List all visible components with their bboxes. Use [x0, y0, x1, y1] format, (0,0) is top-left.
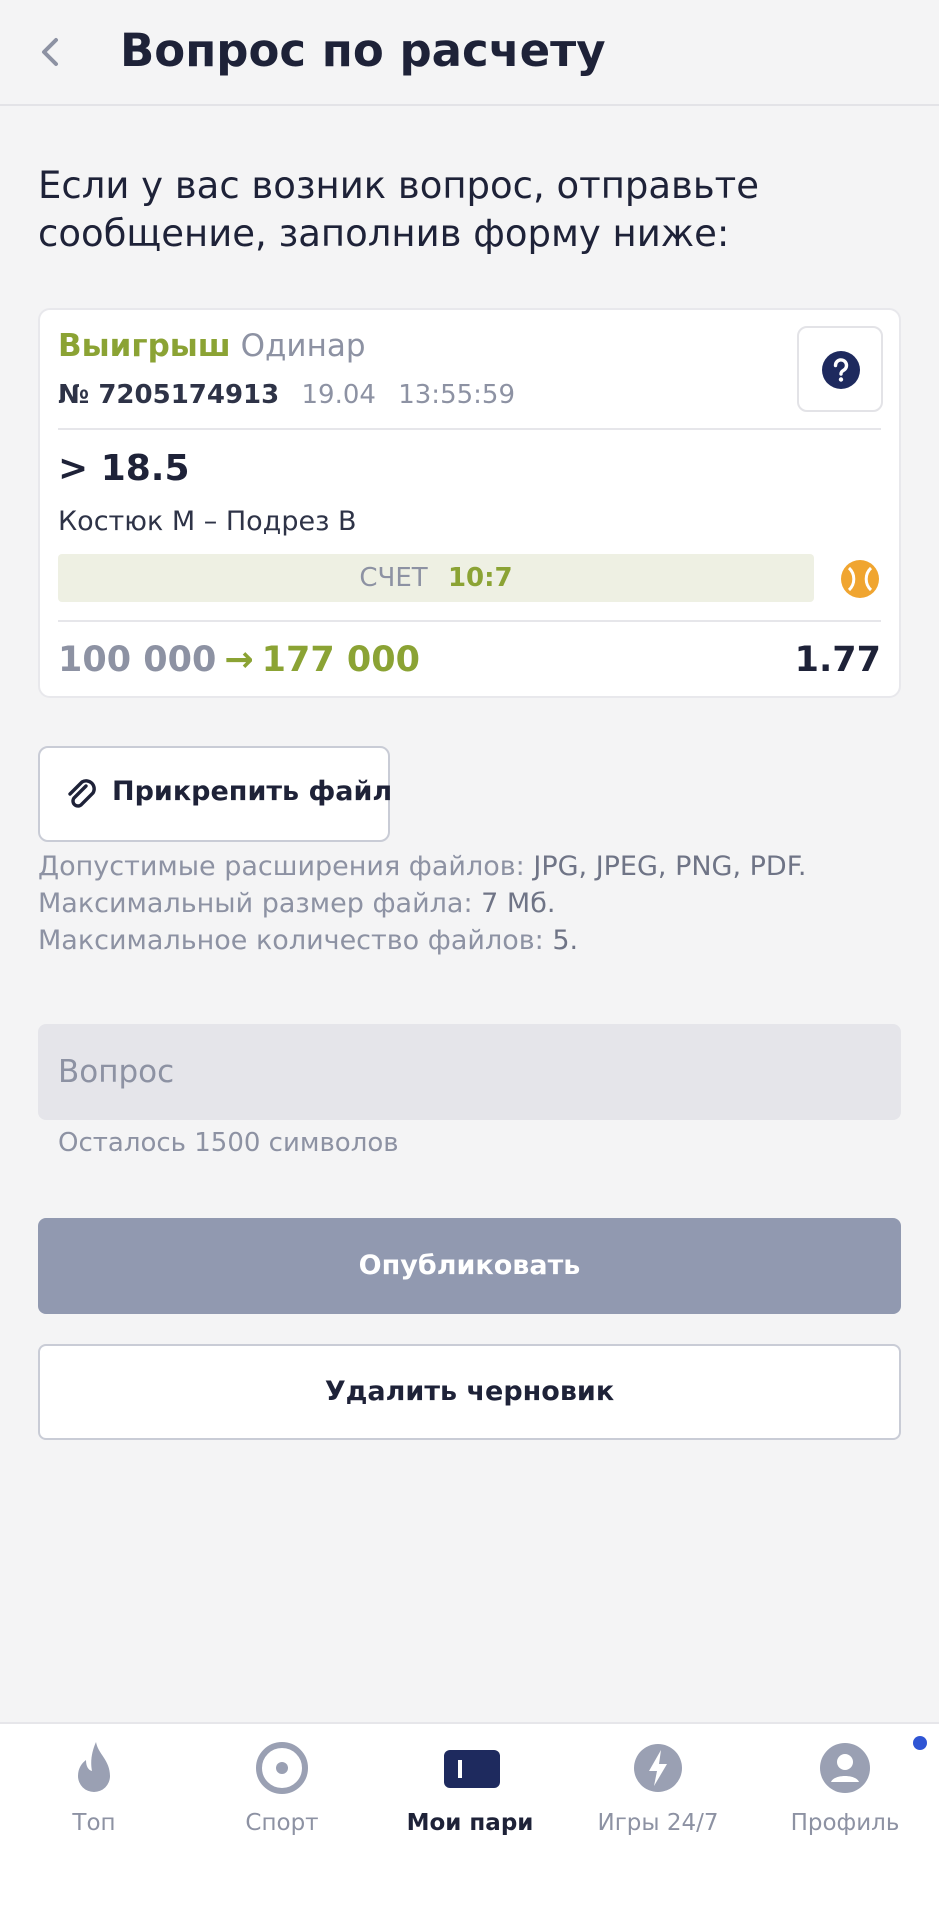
- bet-odds: 1.77: [794, 640, 881, 680]
- match-name: Костюк М – Подрез В: [58, 506, 357, 537]
- tab-games[interactable]: Игры 24/7: [564, 1724, 752, 1874]
- attach-file-label: Прикрепить файл: [112, 776, 393, 807]
- bet-outcome: > 18.5: [58, 448, 190, 489]
- char-counter: Осталось 1500 символов: [58, 1128, 399, 1158]
- help-button[interactable]: [797, 326, 883, 412]
- ticket-icon: [444, 1750, 500, 1788]
- tab-label: Профиль: [790, 1810, 900, 1836]
- bet-status-line: Выигрыш Одинар: [58, 328, 366, 364]
- bet-type: Одинар: [240, 328, 366, 364]
- stake-line: 100 000 → 177 000: [58, 640, 420, 680]
- question-circle-icon: [822, 351, 860, 389]
- lightning-icon: [634, 1744, 682, 1792]
- question-input[interactable]: [38, 1024, 901, 1120]
- card-divider: [58, 428, 881, 430]
- bet-meta: № 7205174913 19.04 13:55:59: [58, 380, 515, 410]
- bet-time: 13:55:59: [398, 380, 515, 410]
- tab-label: Спорт: [245, 1810, 319, 1836]
- score-label: СЧЕТ: [359, 563, 428, 593]
- intro-text: Если у вас возник вопрос, отправьте сооб…: [38, 164, 759, 255]
- tab-my-bets[interactable]: Мои пари: [376, 1724, 564, 1874]
- paperclip-icon: [68, 779, 96, 808]
- flame-icon: [78, 1742, 110, 1792]
- rule-extensions: Допустимые расширения файлов: JPG, JPEG,…: [38, 851, 807, 882]
- bet-number: № 7205174913: [58, 380, 280, 410]
- score-value: 10:7: [447, 563, 513, 593]
- stake-amount: 100 000: [58, 640, 217, 680]
- payout-amount: 177 000: [261, 640, 420, 680]
- bottom-tab-bar: Топ Спорт Мои пари Игры 24/7 Профиль: [0, 1722, 939, 1920]
- bet-card: Выигрыш Одинар № 7205174913 19.04 13:55:…: [38, 308, 901, 698]
- tennis-ball-icon: [841, 560, 879, 598]
- file-rules: Допустимые расширения файлов: JPG, JPEG,…: [38, 848, 807, 959]
- target-icon: [256, 1742, 308, 1794]
- delete-draft-button[interactable]: Удалить черновик: [38, 1344, 901, 1440]
- bet-date: 19.04: [301, 380, 376, 410]
- attach-file-button[interactable]: Прикрепить файл: [38, 746, 393, 842]
- tab-sport[interactable]: Спорт: [188, 1724, 376, 1874]
- user-icon: [820, 1743, 870, 1793]
- tab-profile[interactable]: Профиль: [751, 1724, 939, 1874]
- tab-top[interactable]: Топ: [0, 1724, 188, 1874]
- header: Вопрос по расчету: [0, 0, 939, 106]
- rule-size: Максимальный размер файла: 7 Мб.: [38, 888, 556, 919]
- card-divider: [58, 620, 881, 622]
- notification-dot: [913, 1736, 927, 1750]
- page-title: Вопрос по расчету: [120, 24, 606, 77]
- bet-status: Выигрыш: [58, 328, 231, 364]
- tab-label: Игры 24/7: [597, 1810, 719, 1836]
- chevron-left-icon[interactable]: [36, 32, 66, 72]
- tab-label: Мои пари: [406, 1810, 534, 1836]
- score-bar: СЧЕТ 10:7: [58, 554, 814, 602]
- rule-count: Максимальное количество файлов: 5.: [38, 925, 579, 956]
- publish-button[interactable]: Опубликовать: [38, 1218, 901, 1314]
- arrow-right-icon: →: [224, 640, 254, 680]
- tab-label: Топ: [72, 1810, 116, 1836]
